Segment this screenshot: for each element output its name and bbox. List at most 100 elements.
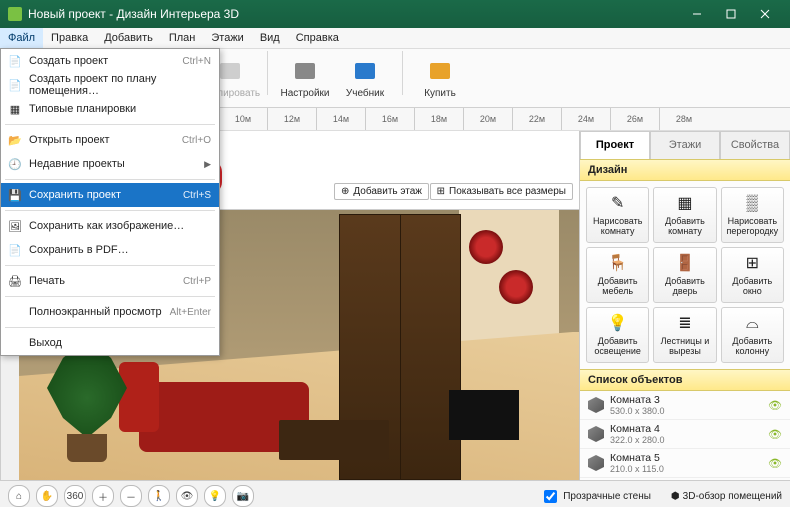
tool-icon: 🪑 — [607, 253, 629, 275]
window-title: Новый проект - Дизайн Интерьера 3D — [28, 7, 680, 21]
ruler-tick: 18м — [414, 108, 463, 130]
zoom-out-icon[interactable]: － — [120, 485, 142, 507]
zoom-in-icon[interactable]: ＋ — [92, 485, 114, 507]
visibility-icon[interactable]: 👁 — [768, 428, 782, 441]
tool-button[interactable]: 💡Добавитьосвещение — [586, 307, 649, 363]
tool-button[interactable]: ▒Нарисоватьперегородку — [721, 187, 784, 243]
nav-walk-icon[interactable]: 🚶 — [148, 485, 170, 507]
nav-light-icon[interactable]: 💡 — [204, 485, 226, 507]
menu-add[interactable]: Добавить — [96, 28, 161, 48]
menu-item-icon: 💾 — [7, 187, 23, 203]
file-menu-item[interactable]: 📂Открыть проектCtrl+O — [1, 128, 219, 152]
tool-button[interactable]: 🚪Добавитьдверь — [653, 247, 716, 303]
nav-hand-icon[interactable]: ✋ — [36, 485, 58, 507]
transparent-walls-checkbox[interactable]: Прозрачные стены — [540, 487, 651, 506]
file-menu-item[interactable]: 💾Сохранить проектCtrl+S — [1, 183, 219, 207]
tool-button[interactable]: ⊞Добавитьокно — [721, 247, 784, 303]
tool-button[interactable]: ✎Нарисоватькомнату — [586, 187, 649, 243]
menu-item-icon: 🖼 — [7, 218, 23, 234]
tv-3d — [449, 390, 519, 440]
menubar: Файл Правка Добавить План Этажи Вид Спра… — [0, 28, 790, 49]
object-list-item[interactable]: Комната 6210.0 x 230.0👁 — [580, 478, 790, 480]
menu-item-label: Сохранить как изображение… — [29, 220, 184, 232]
ruler-tick: 22м — [512, 108, 561, 130]
menu-separator — [5, 327, 215, 328]
tool-label: Добавитьколонну — [732, 337, 772, 357]
tool-icon: 💡 — [607, 313, 629, 335]
file-menu-item[interactable]: 🕘Недавние проекты▶ — [1, 152, 219, 176]
menu-item-label: Недавние проекты — [29, 158, 125, 170]
tutorial-icon — [351, 58, 379, 86]
tab-properties[interactable]: Свойства — [720, 131, 790, 159]
design-header: Дизайн — [580, 159, 790, 181]
toolbar-buy-button[interactable]: Купить — [411, 51, 469, 105]
visibility-icon[interactable]: 👁 — [768, 457, 782, 470]
menu-separator — [5, 179, 215, 180]
tool-icon: ▒ — [741, 193, 763, 215]
cube-icon — [588, 397, 604, 413]
menu-help[interactable]: Справка — [288, 28, 347, 48]
3d-overview-button[interactable]: ⬢3D-обзор помещений — [671, 491, 782, 502]
nav-home-icon[interactable]: ⌂ — [8, 485, 30, 507]
file-menu-item[interactable]: ▦Типовые планировки — [1, 97, 219, 121]
object-list-item[interactable]: Комната 4322.0 x 280.0👁 — [580, 420, 790, 449]
file-menu-item[interactable]: Выход — [1, 331, 219, 355]
menu-item-icon — [7, 335, 23, 351]
tab-project[interactable]: Проект — [580, 131, 650, 159]
tool-button[interactable]: 🪑Добавитьмебель — [586, 247, 649, 303]
ruler-tick: 14м — [316, 108, 365, 130]
ruler-tick: 24м — [561, 108, 610, 130]
show-all-sizes-button[interactable]: ⊞Показывать все размеры — [430, 183, 573, 200]
menu-item-shortcut: Alt+Enter — [170, 307, 211, 318]
tool-button[interactable]: ▦Добавитькомнату — [653, 187, 716, 243]
menu-item-icon: 📄 — [7, 53, 23, 69]
menu-item-label: Создать проект — [29, 55, 108, 67]
cube-icon — [588, 455, 604, 471]
menu-item-label: Полноэкранный просмотр — [29, 306, 162, 318]
close-button[interactable] — [748, 3, 782, 25]
file-menu-item[interactable]: 📄Создать проект по плану помещения… — [1, 73, 219, 97]
nav-eye-icon[interactable]: 👁 — [176, 485, 198, 507]
visibility-icon[interactable]: 👁 — [768, 399, 782, 412]
menu-plan[interactable]: План — [161, 28, 204, 48]
nav-camera-icon[interactable]: 📷 — [232, 485, 254, 507]
file-menu-item[interactable]: 🖨ПечатьCtrl+P — [1, 269, 219, 293]
menu-file[interactable]: Файл — [0, 28, 43, 48]
nav-rotate-icon[interactable]: 360 — [64, 485, 86, 507]
toolbar-tutorial-button[interactable]: Учебник — [336, 51, 394, 105]
menu-item-label: Выход — [29, 337, 62, 349]
tool-button[interactable]: ≣Лестницы ивырезы — [653, 307, 716, 363]
tool-icon: ⌓ — [741, 313, 763, 335]
menu-view[interactable]: Вид — [252, 28, 288, 48]
ruler-icon: ⊞ — [437, 186, 445, 197]
buy-icon — [426, 58, 454, 86]
menu-item-icon: 🖨 — [7, 273, 23, 289]
file-menu-item[interactable]: 📄Сохранить в PDF… — [1, 238, 219, 262]
file-menu-item[interactable]: Полноэкранный просмотр Alt+Enter — [1, 300, 219, 324]
menu-edit[interactable]: Правка — [43, 28, 96, 48]
ruler-tick: 28м — [659, 108, 708, 130]
object-list-item[interactable]: Комната 3530.0 x 380.0👁 — [580, 391, 790, 420]
menu-item-shortcut: Ctrl+S — [183, 190, 211, 201]
menu-floors[interactable]: Этажи — [203, 28, 251, 48]
menu-item-label: Создать проект по плану помещения… — [29, 73, 211, 97]
tool-icon: ▦ — [674, 193, 696, 215]
tool-label: Нарисоватькомнату — [593, 217, 642, 237]
maximize-button[interactable] — [714, 3, 748, 25]
tool-label: Добавитьмебель — [598, 277, 638, 297]
menu-item-label: Сохранить в PDF… — [29, 244, 129, 256]
toolbar-settings-button[interactable]: Настройки — [276, 51, 334, 105]
file-menu-item[interactable]: 🖼 Сохранить как изображение… — [1, 214, 219, 238]
tool-button[interactable]: ⌓Добавитьколонну — [721, 307, 784, 363]
minimize-button[interactable] — [680, 3, 714, 25]
right-panel: Проект Этажи Свойства Дизайн ✎Нарисовать… — [579, 131, 790, 480]
menu-item-icon — [7, 304, 23, 320]
coffee-table-3d — [279, 420, 389, 460]
object-list-item[interactable]: Комната 5210.0 x 115.0👁 — [580, 449, 790, 478]
menu-item-label: Печать — [29, 275, 65, 287]
tab-floors[interactable]: Этажи — [650, 131, 720, 159]
ruler: 10м12м14м16м18м20м22м24м26м28м — [218, 108, 790, 131]
file-menu-item[interactable]: 📄Создать проектCtrl+N — [1, 49, 219, 73]
ruler-tick: 16м — [365, 108, 414, 130]
add-floor-button[interactable]: ⊕Добавить этаж — [334, 183, 429, 200]
